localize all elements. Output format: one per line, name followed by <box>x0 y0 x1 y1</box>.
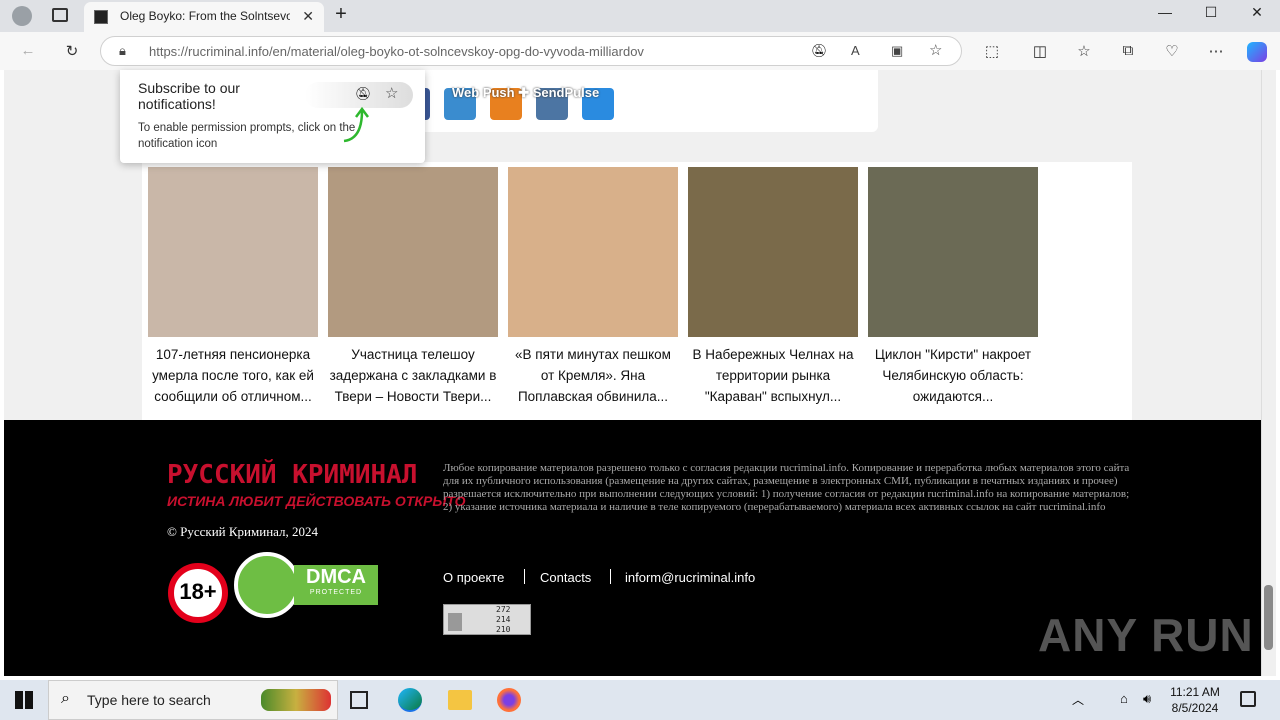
start-icon[interactable] <box>15 691 33 709</box>
edge-taskbar-icon[interactable] <box>398 688 422 712</box>
clock[interactable]: 11:21 AM 8/5/2024 <box>1165 684 1225 716</box>
related-articles: 107-летняя пенсионерка умерла после того… <box>142 162 1132 420</box>
tab-actions-icon[interactable] <box>52 8 68 22</box>
article-caption[interactable]: Участница телешоу задержана с закладками… <box>328 344 498 407</box>
counter-bars-icon <box>448 613 462 631</box>
age-18-badge: 18+ <box>168 563 228 623</box>
tray-chevron-icon[interactable]: ︿ <box>1072 691 1084 708</box>
refresh-icon[interactable]: ↻ <box>62 42 82 60</box>
address-bar[interactable]: 🔒︎ https://rucriminal.info/en/material/o… <box>100 36 962 66</box>
extensions-icon[interactable]: ⬚ <box>982 42 1002 60</box>
collections-icon[interactable]: ⧉ <box>1118 42 1138 59</box>
related-card[interactable]: 107-летняя пенсионерка умерла после того… <box>148 167 318 407</box>
taskbar-search[interactable]: ⌕ Type here to search <box>48 680 338 720</box>
minimize-button[interactable]: — <box>1142 4 1188 20</box>
related-card[interactable]: Циклон "Кирсти" накроет Челябинскую обла… <box>868 167 1038 407</box>
article-caption[interactable]: 107-летняя пенсионерка умерла после того… <box>148 344 318 407</box>
tab-title: Oleg Boyko: From the Solntsevo <box>120 9 290 23</box>
article-image[interactable] <box>868 167 1038 337</box>
article-image[interactable] <box>328 167 498 337</box>
related-card[interactable]: «В пяти минутах пешком от Кремля». Яна П… <box>508 167 678 407</box>
related-card[interactable]: В Набережных Челнах на территории рынка … <box>688 167 858 407</box>
link-divider <box>610 569 611 584</box>
split-screen-icon[interactable]: ◫ <box>1030 42 1050 60</box>
notification-heading: Subscribe to our notifications! <box>138 80 240 112</box>
star-icon: ☆ <box>385 85 399 102</box>
site-tagline: ИСТИНА ЛЮБИТ ДЕЙСТВОВАТЬ ОТКРЫТО <box>167 493 466 509</box>
footer-link-email[interactable]: inform@rucriminal.info <box>625 570 755 585</box>
search-icon: ⌕ <box>61 690 70 707</box>
arrow-icon <box>343 106 369 143</box>
volume-icon[interactable]: 🔊︎ <box>1143 691 1151 707</box>
close-window-button[interactable]: ✕ <box>1234 4 1280 21</box>
article-image[interactable] <box>148 167 318 337</box>
article-caption[interactable]: В Набережных Челнах на территории рынка … <box>688 344 858 407</box>
related-card[interactable]: Участница телешоу задержана с закладками… <box>328 167 498 407</box>
notification-body: To enable permission prompts, click on t… <box>138 122 356 150</box>
search-placeholder: Type here to search <box>87 692 211 708</box>
article-caption[interactable]: «В пяти минутах пешком от Кремля». Яна П… <box>508 344 678 407</box>
article-image[interactable] <box>688 167 858 337</box>
favicon-icon <box>94 10 108 24</box>
footer-link-contacts[interactable]: Contacts <box>540 570 591 585</box>
notification-popup: Subscribe to our notifications! To enabl… <box>120 70 425 163</box>
article-image[interactable] <box>508 167 678 337</box>
scrollbar-thumb[interactable] <box>1264 585 1273 650</box>
copyright: © Русский Криминал, 2024 <box>167 524 319 539</box>
explorer-taskbar-icon[interactable] <box>448 690 472 710</box>
performance-icon[interactable]: ♡ <box>1162 42 1182 60</box>
tab-close-icon[interactable]: ✕ <box>302 8 314 25</box>
watermark: ANY RUN <box>1038 609 1254 661</box>
notifications-blocked-icon[interactable]: 🔕︎ <box>811 43 828 59</box>
tab-active[interactable]: Oleg Boyko: From the Solntsevo ✕ <box>84 2 324 32</box>
footer-link-about[interactable]: О проекте <box>443 570 504 585</box>
read-aloud-icon[interactable]: A <box>851 43 860 58</box>
url-domain: https://rucriminal.info <box>149 44 269 59</box>
profile-icon[interactable] <box>12 6 32 26</box>
copilot-icon[interactable] <box>1247 42 1267 62</box>
more-menu-icon[interactable]: ⋯ <box>1206 42 1226 60</box>
visit-counter[interactable]: 272 214 210 <box>443 604 531 635</box>
url-path: /en/material/oleg-boyko-ot-solncevskoy-o… <box>268 44 644 59</box>
firefox-taskbar-icon[interactable] <box>497 688 521 712</box>
dmca-lock-icon <box>234 552 300 618</box>
notifications-center-icon[interactable] <box>1240 691 1256 707</box>
site-logo[interactable]: РУССКИЙ КРИМИНАЛ <box>167 460 417 490</box>
new-tab-button[interactable]: + <box>318 3 364 26</box>
legal-notice: Любое копирование материалов разрешено т… <box>443 462 1130 513</box>
dmca-label: DMCA PROTECTED <box>294 565 378 605</box>
network-icon[interactable]: ⌂ <box>1120 691 1128 706</box>
webpush-label: Web Push ✚ SendPulse <box>452 85 600 100</box>
reader-view-icon[interactable]: ▣ <box>891 43 903 59</box>
article-caption[interactable]: Циклон "Кирсти" накроет Челябинскую обла… <box>868 344 1038 407</box>
lock-icon[interactable]: 🔒︎ <box>119 43 126 59</box>
task-view-icon[interactable] <box>350 691 368 709</box>
maximize-button[interactable]: ☐ <box>1188 4 1234 21</box>
search-highlight-icon <box>261 689 331 711</box>
bell-off-icon: 🔕︎ <box>355 86 372 101</box>
dmca-badge[interactable]: DMCA PROTECTED <box>234 552 378 618</box>
favorite-star-icon[interactable]: ☆ <box>929 41 942 59</box>
favorites-icon[interactable]: ☆ <box>1074 42 1094 60</box>
link-divider <box>524 569 525 584</box>
back-icon[interactable]: ← <box>18 42 38 59</box>
